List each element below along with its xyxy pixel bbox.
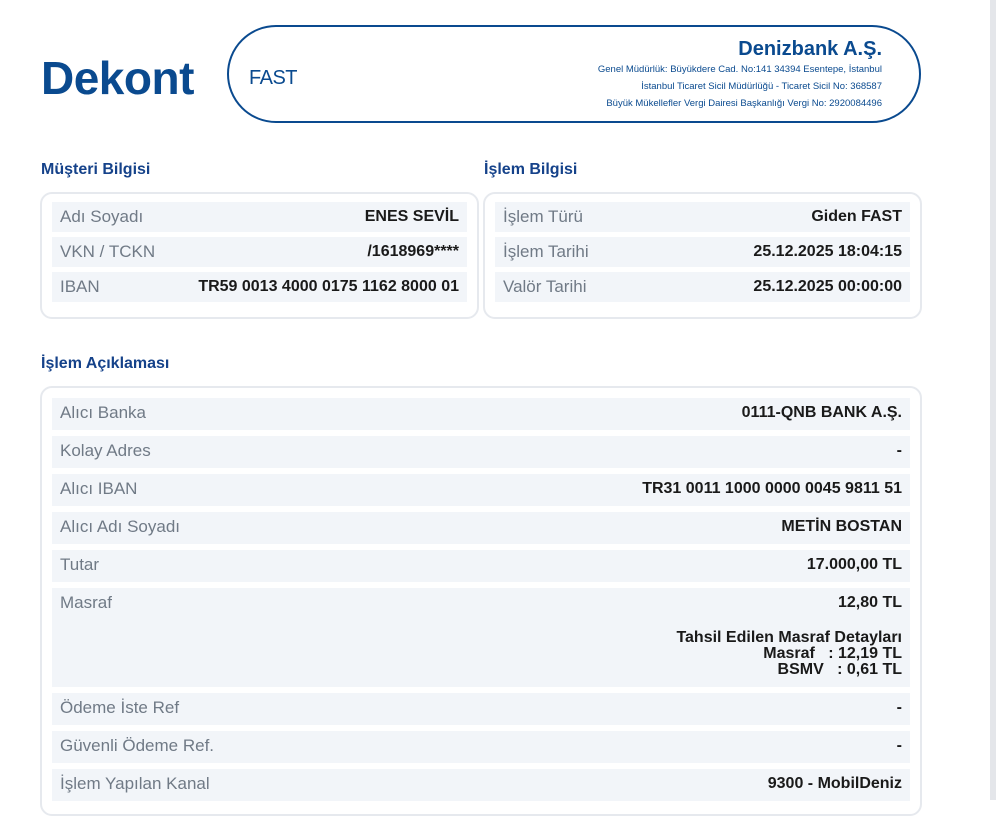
- row-value: 9300 - MobilDeniz: [767, 775, 902, 792]
- page-title: Dekont: [41, 52, 194, 104]
- transaction-section-title: İşlem Bilgisi: [484, 161, 578, 178]
- bank-tax-line: Büyük Mükellefler Vergi Dairesi Başkanlı…: [606, 98, 882, 109]
- row-value: Giden FAST: [811, 208, 902, 225]
- fee-details-title: Tahsil Edilen Masraf Detayları: [676, 629, 902, 646]
- row-value: 25.12.2025 18:04:15: [753, 243, 902, 260]
- fee-details-bsmv: BSMV : 0,61 TL: [777, 661, 902, 678]
- row-value: -: [896, 442, 902, 459]
- fee-details-masraf: Masraf : 12,19 TL: [763, 645, 902, 662]
- row-label: İşlem Tarihi: [503, 242, 589, 261]
- row-label: Masraf: [60, 593, 112, 612]
- row-value: -: [896, 699, 902, 716]
- bank-registry-line: İstanbul Ticaret Sicil Müdürlüğü - Ticar…: [641, 81, 882, 92]
- desc-row-receiver-iban: Alıcı IBAN TR31 0011 1000 0000 0045 9811…: [52, 474, 910, 506]
- row-label: VKN / TCKN: [60, 242, 156, 261]
- customer-row-tckn: VKN / TCKN /1618969****: [52, 237, 467, 267]
- row-label: Güvenli Ödeme Ref.: [60, 736, 215, 755]
- row-label: IBAN: [60, 277, 100, 296]
- row-label: Kolay Adres: [60, 441, 151, 460]
- row-label: Alıcı Banka: [60, 403, 146, 422]
- customer-row-iban: IBAN TR59 0013 4000 0175 1162 8000 01: [52, 272, 467, 302]
- customer-section-title: Müşteri Bilgisi: [41, 161, 151, 178]
- desc-row-easy-address: Kolay Adres -: [52, 436, 910, 468]
- description-section-title: İşlem Açıklaması: [41, 355, 170, 372]
- bank-header-box: FAST Denizbank A.Ş. Genel Müdürlük: Büyü…: [227, 25, 921, 123]
- row-label: İşlem Yapılan Kanal: [60, 774, 210, 793]
- desc-row-fee: Masraf 12,80 TL Tahsil Edilen Masraf Det…: [52, 588, 910, 687]
- row-label: Ödeme İste Ref: [60, 698, 180, 717]
- description-card: Alıcı Banka 0111-QNB BANK A.Ş. Kolay Adr…: [40, 386, 922, 816]
- desc-row-amount: Tutar 17.000,00 TL: [52, 550, 910, 582]
- bank-name: Denizbank A.Ş.: [738, 38, 882, 60]
- row-value: ENES SEVİL: [364, 208, 459, 225]
- row-value: 17.000,00 TL: [806, 556, 902, 573]
- row-value: 12,80 TL: [837, 594, 902, 611]
- row-value: 25.12.2025 00:00:00: [753, 278, 902, 295]
- row-value: /1618969****: [367, 243, 459, 260]
- row-value: TR59 0013 4000 0175 1162 8000 01: [198, 278, 459, 295]
- desc-row-secure-ref: Güvenli Ödeme Ref. -: [52, 731, 910, 763]
- transaction-row-value-date: Valör Tarihi 25.12.2025 00:00:00: [495, 272, 910, 302]
- row-label: İşlem Türü: [503, 207, 583, 226]
- row-label: Adı Soyadı: [60, 207, 144, 226]
- bank-address-line: Genel Müdürlük: Büyükdere Cad. No:141 34…: [597, 64, 882, 75]
- desc-row-receiver-name: Alıcı Adı Soyadı METİN BOSTAN: [52, 512, 910, 544]
- row-label: Valör Tarihi: [503, 277, 587, 296]
- customer-row-name: Adı Soyadı ENES SEVİL: [52, 202, 467, 232]
- row-value: METİN BOSTAN: [781, 518, 902, 535]
- row-label: Alıcı Adı Soyadı: [60, 517, 181, 536]
- transfer-type-label: FAST: [249, 67, 298, 89]
- row-label: Alıcı IBAN: [60, 479, 138, 498]
- transaction-row-type: İşlem Türü Giden FAST: [495, 202, 910, 232]
- row-label: Tutar: [60, 555, 100, 574]
- row-value: -: [896, 737, 902, 754]
- desc-row-receiver-bank: Alıcı Banka 0111-QNB BANK A.Ş.: [52, 398, 910, 430]
- desc-row-channel: İşlem Yapılan Kanal 9300 - MobilDeniz: [52, 769, 910, 801]
- row-value: TR31 0011 1000 0000 0045 9811 51: [642, 480, 902, 497]
- desc-row-request-ref: Ödeme İste Ref -: [52, 693, 910, 725]
- row-value: 0111-QNB BANK A.Ş.: [741, 404, 902, 421]
- transaction-row-date: İşlem Tarihi 25.12.2025 18:04:15: [495, 237, 910, 267]
- customer-card: Adı Soyadı ENES SEVİL VKN / TCKN /161896…: [40, 192, 479, 319]
- transaction-card: İşlem Türü Giden FAST İşlem Tarihi 25.12…: [483, 192, 922, 319]
- scrollbar[interactable]: [990, 0, 996, 800]
